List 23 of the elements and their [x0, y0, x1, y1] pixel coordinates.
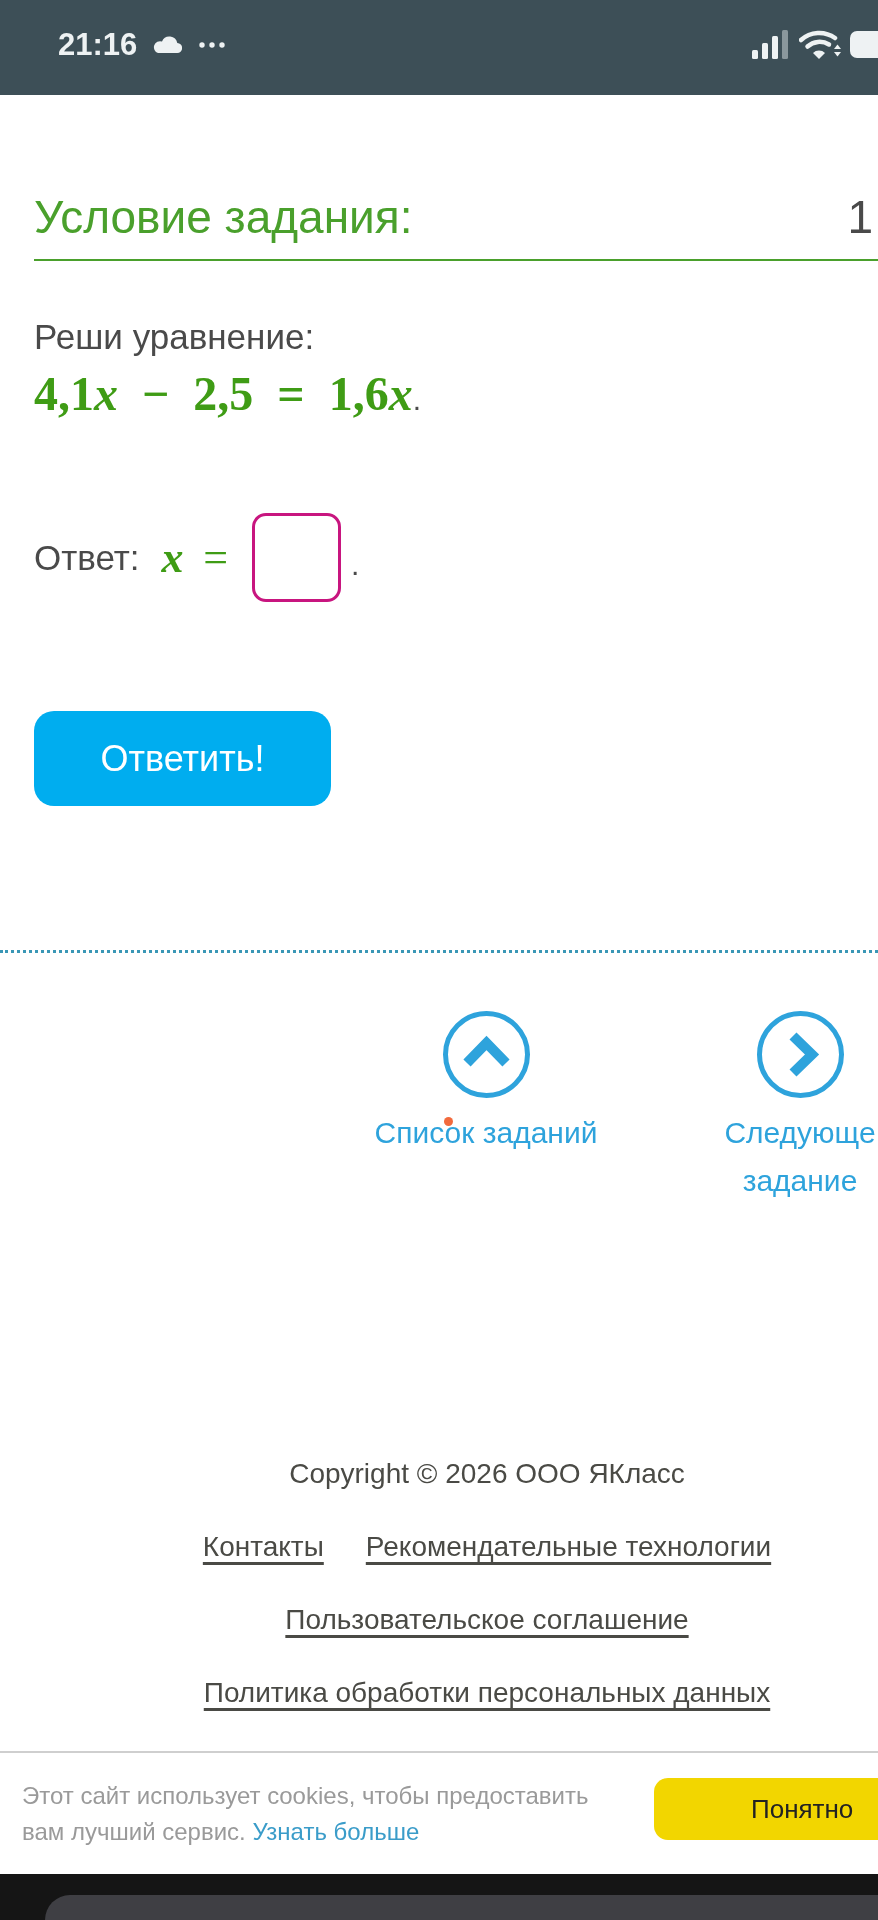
status-time: 21:16 [58, 29, 138, 60]
cloud-icon [152, 36, 183, 53]
copyright-text: Copyright © 2026 ООО ЯКласс [289, 1457, 685, 1491]
more-dots-icon [199, 41, 226, 48]
battery-icon [850, 31, 878, 58]
equation-text: 4,1x − 2,5 = 1,6x. [34, 368, 422, 422]
task-heading: Условие задания: [34, 190, 413, 245]
footer-link[interactable]: Политика обработки персональных данных [203, 1675, 771, 1711]
answer-label: Ответ: [34, 536, 140, 579]
chevron-right-circle-icon [756, 1011, 844, 1098]
signal-icon [752, 30, 790, 59]
task-points: 1 [847, 190, 874, 245]
task-prompt: Реши уравнение: [34, 316, 315, 358]
footer-link[interactable]: Рекомендательные технологии [365, 1529, 772, 1565]
chevron-up-circle-icon [442, 1011, 530, 1098]
answer-math: x = [161, 533, 230, 582]
answer-period: . [350, 546, 360, 583]
wifi-icon [799, 30, 841, 59]
accept-button[interactable]: Понятно [654, 1778, 878, 1840]
footer-link[interactable]: Пользовательское соглашение [285, 1602, 689, 1638]
cookie-notice-text: Этот сайт использует cookies, чтобы предоставить вам лучший сервис. Узнать больше [22, 1781, 590, 1847]
footer-link[interactable]: Контакты [202, 1529, 324, 1565]
answer-input[interactable] [251, 513, 341, 602]
